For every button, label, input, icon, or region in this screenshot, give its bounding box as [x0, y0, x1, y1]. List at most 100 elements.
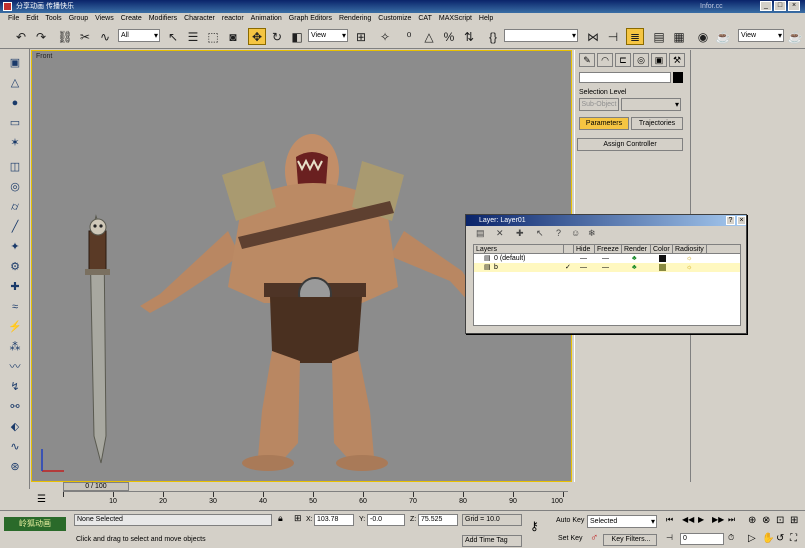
create-tab-icon[interactable]: ✎: [579, 53, 595, 67]
quick-render-icon[interactable]: ☕: [786, 28, 804, 45]
named-selection-icon[interactable]: {}: [484, 28, 502, 45]
dialog-close-button[interactable]: ×: [737, 216, 746, 225]
key-selection-dropdown[interactable]: Selected: [587, 515, 657, 528]
hide-all-icon[interactable]: ☺: [571, 228, 580, 238]
menu-graph-editors[interactable]: Graph Editors: [289, 13, 332, 25]
menu-cat[interactable]: CAT: [418, 13, 431, 25]
close-button[interactable]: ×: [788, 1, 800, 11]
track-bar[interactable]: 10 20 30 40 50 60 70 80 90 100: [63, 491, 568, 509]
material-editor-icon[interactable]: ◉: [694, 28, 712, 45]
redo-icon[interactable]: ↷: [32, 28, 50, 45]
time-slider[interactable]: 0 / 100: [63, 482, 129, 491]
utilities-tab-icon[interactable]: ⚒: [669, 53, 685, 67]
use-pivot-icon[interactable]: ⊞: [352, 28, 370, 45]
lock-selection-icon[interactable]: 🔒︎: [278, 513, 283, 524]
key-filters-button[interactable]: Key Filters...: [603, 534, 657, 546]
col-freeze[interactable]: Freeze: [595, 245, 622, 253]
schematic-view-icon[interactable]: ▦: [670, 28, 688, 45]
create-box-icon[interactable]: ▣: [6, 55, 24, 71]
goto-start-icon[interactable]: ⏮: [666, 515, 673, 525]
minimize-button[interactable]: _: [760, 1, 772, 11]
render-teapot-icon[interactable]: ♣: [632, 254, 637, 263]
sword-model[interactable]: [85, 214, 110, 464]
create-particle-icon[interactable]: ⁂: [6, 339, 24, 355]
parameters-button[interactable]: Parameters: [579, 117, 629, 130]
delete-layer-icon[interactable]: ✕: [496, 228, 504, 239]
sub-object-button[interactable]: Sub-Object: [579, 98, 619, 111]
radiosity-icon[interactable]: ☼: [686, 254, 692, 263]
create-cylinder-icon[interactable]: ◫: [6, 159, 24, 175]
display-tab-icon[interactable]: ▣: [651, 53, 667, 67]
menu-create[interactable]: Create: [121, 13, 142, 25]
radiosity-icon[interactable]: ☼: [686, 263, 692, 272]
zoom-extents-all-icon[interactable]: ⊞: [790, 515, 798, 526]
col-radiosity[interactable]: Radiosity: [673, 245, 707, 253]
rectangular-selection-icon[interactable]: ⬚: [204, 28, 222, 45]
assign-controller-rollout[interactable]: Assign Controller: [577, 138, 683, 151]
mirror-icon[interactable]: ⋈: [584, 28, 602, 45]
zoom-icon[interactable]: ⊕: [748, 515, 756, 526]
set-key-icon[interactable]: ♂: [590, 532, 598, 544]
layer-color-swatch[interactable]: [659, 264, 666, 271]
add-to-layer-icon[interactable]: ✚: [516, 228, 524, 239]
z-coordinate-field[interactable]: 75.525: [418, 514, 458, 526]
freeze-all-icon[interactable]: ❄: [588, 228, 596, 239]
render-teapot-icon[interactable]: ♣: [632, 263, 637, 272]
percent-snap-icon[interactable]: %: [440, 28, 458, 45]
new-layer-icon[interactable]: ▤: [476, 228, 485, 239]
menu-reactor[interactable]: reactor: [222, 13, 244, 25]
goto-end-icon[interactable]: ⏭: [728, 515, 735, 525]
manipulate-icon[interactable]: ✧: [376, 28, 394, 45]
select-objects-icon[interactable]: ↖: [536, 228, 544, 239]
maximize-viewport-icon[interactable]: ⛶: [790, 533, 797, 544]
select-by-name-icon[interactable]: ☰: [184, 28, 202, 45]
layer-row[interactable]: ▤ 0 (default) — — ♣ ☼: [474, 254, 740, 263]
motion-tab-icon[interactable]: ◎: [633, 53, 649, 67]
hide-toggle[interactable]: —: [580, 263, 587, 272]
align-icon[interactable]: ⊣: [604, 28, 622, 45]
menu-edit[interactable]: Edit: [26, 13, 38, 25]
menu-customize[interactable]: Customize: [378, 13, 411, 25]
play-icon[interactable]: ▶: [698, 515, 704, 524]
create-torus-icon[interactable]: ◎: [6, 179, 24, 195]
select-object-icon[interactable]: ↖: [164, 28, 182, 45]
zoom-extents-icon[interactable]: ⊡: [776, 515, 784, 526]
col-hide[interactable]: Hide: [574, 245, 595, 253]
unlink-icon[interactable]: ✂: [76, 28, 94, 45]
render-type-dropdown[interactable]: View: [738, 29, 784, 42]
sub-object-dropdown[interactable]: [621, 98, 681, 111]
menu-animation[interactable]: Animation: [251, 13, 282, 25]
trajectories-button[interactable]: Trajectories: [631, 117, 683, 130]
menu-group[interactable]: Group: [69, 13, 88, 25]
create-system-icon[interactable]: ⚡: [6, 319, 24, 335]
create-shape-icon[interactable]: 〰: [6, 359, 24, 375]
pan-icon[interactable]: ✋: [762, 533, 774, 544]
menu-views[interactable]: Views: [95, 13, 114, 25]
menu-rendering[interactable]: Rendering: [339, 13, 371, 25]
arc-rotate-icon[interactable]: ↺: [776, 533, 784, 544]
modify-tab-icon[interactable]: ◠: [597, 53, 613, 67]
menu-file[interactable]: File: [8, 13, 19, 25]
snaps-toggle-icon[interactable]: ⁰: [400, 28, 418, 45]
set-key-button[interactable]: Set Key: [558, 533, 583, 545]
menu-tools[interactable]: Tools: [45, 13, 61, 25]
create-tube-icon[interactable]: ⌭: [6, 199, 24, 215]
select-and-link-icon[interactable]: ⛓: [56, 28, 74, 45]
create-spacewarp-icon[interactable]: ≈: [6, 299, 24, 315]
auto-key-button[interactable]: Auto Key: [556, 515, 584, 527]
current-layer-check-icon[interactable]: ✓: [565, 263, 571, 272]
maximize-button[interactable]: □: [774, 1, 786, 11]
render-scene-icon[interactable]: ☕: [714, 28, 732, 45]
freeze-toggle[interactable]: —: [602, 254, 609, 263]
create-camera-icon[interactable]: ⚙: [6, 259, 24, 275]
field-of-view-icon[interactable]: ▷: [748, 533, 756, 544]
key-mode-toggle-icon[interactable]: ⊣: [666, 533, 673, 542]
current-frame-field[interactable]: 0: [680, 533, 724, 545]
col-render[interactable]: Render: [622, 245, 651, 253]
create-star-icon[interactable]: ✶: [6, 135, 24, 151]
undo-icon[interactable]: ↶: [12, 28, 30, 45]
create-path-icon[interactable]: ↯: [6, 379, 24, 395]
create-gizmo-icon[interactable]: ⊛: [6, 459, 24, 475]
select-and-rotate-icon[interactable]: ↻: [268, 28, 286, 45]
create-reactor-icon[interactable]: ⬖: [6, 419, 24, 435]
